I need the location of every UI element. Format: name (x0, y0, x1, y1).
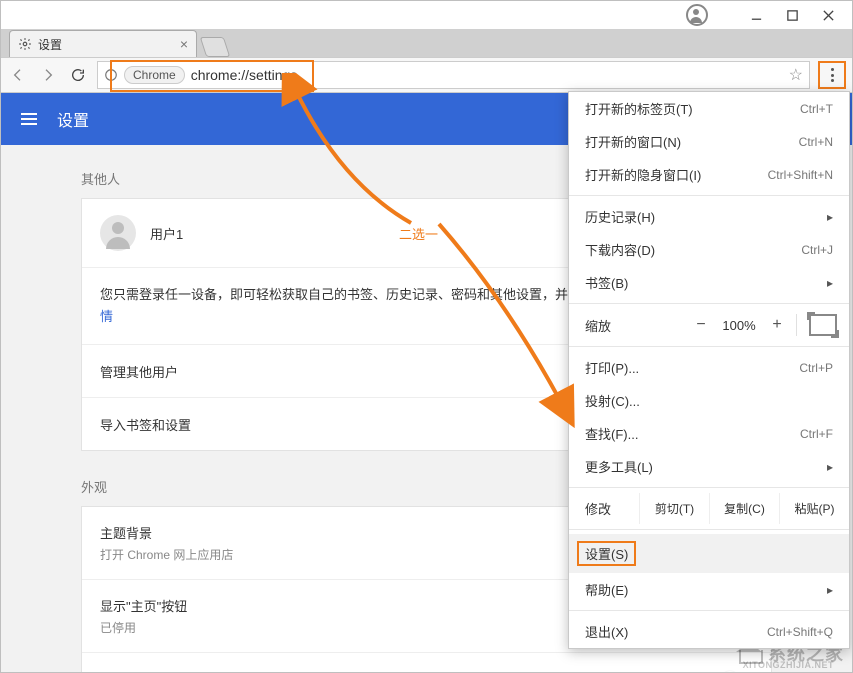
site-info-icon[interactable] (104, 68, 118, 82)
forward-button[interactable] (37, 64, 59, 86)
annotation-choose-one: 二选一 (399, 224, 438, 243)
reload-button[interactable] (67, 64, 89, 86)
avatar-icon (100, 215, 136, 251)
close-tab-icon[interactable]: × (180, 37, 188, 51)
menu-exit[interactable]: 退出(X)Ctrl+Shift+Q (569, 615, 849, 648)
vertical-dots-icon (831, 68, 834, 82)
back-button[interactable] (7, 64, 29, 86)
address-bar[interactable]: Chrome chrome://settings ☆ (97, 61, 810, 89)
zoom-in-button[interactable]: + (762, 316, 792, 334)
menu-new-tab[interactable]: 打开新的标签页(T)Ctrl+T (569, 92, 849, 125)
menu-cut[interactable]: 剪切(T) (639, 493, 709, 524)
menu-settings[interactable]: 设置(S) (569, 534, 849, 573)
user-name: 用户1 (150, 224, 183, 243)
menu-help[interactable]: 帮助(E)▸ (569, 573, 849, 606)
chrome-menu-button[interactable] (818, 61, 846, 89)
menu-new-window[interactable]: 打开新的窗口(N)Ctrl+N (569, 125, 849, 158)
menu-more-tools[interactable]: 更多工具(L)▸ (569, 450, 849, 483)
menu-find[interactable]: 查找(F)...Ctrl+F (569, 417, 849, 450)
edit-label: 修改 (569, 492, 639, 525)
close-window-button[interactable] (810, 3, 846, 27)
manage-people-label: 管理其他用户 (100, 362, 178, 381)
profile-icon[interactable] (686, 4, 708, 26)
menu-cast[interactable]: 投射(C)... (569, 384, 849, 417)
watermark-sub: XITONGZHIJIA.NET (743, 660, 834, 670)
menu-zoom-row: 缩放 − 100% + (569, 308, 849, 342)
bookmark-star-icon[interactable]: ☆ (789, 65, 803, 85)
menu-downloads[interactable]: 下载内容(D)Ctrl+J (569, 233, 849, 266)
new-tab-button[interactable] (200, 37, 230, 57)
zoom-value: 100% (716, 318, 762, 333)
maximize-button[interactable] (774, 3, 810, 27)
fullscreen-icon[interactable] (809, 314, 837, 336)
menu-history[interactable]: 历史记录(H)▸ (569, 200, 849, 233)
minimize-button[interactable] (738, 3, 774, 27)
toolbar: Chrome chrome://settings ☆ (1, 57, 852, 93)
menu-print[interactable]: 打印(P)...Ctrl+P (569, 351, 849, 384)
menu-copy[interactable]: 复制(C) (709, 493, 779, 524)
import-label: 导入书签和设置 (100, 415, 191, 434)
menu-paste[interactable]: 粘贴(P) (779, 493, 849, 524)
browser-tab[interactable]: 设置 × (9, 30, 197, 57)
window-titlebar (1, 1, 852, 29)
menu-incognito[interactable]: 打开新的隐身窗口(I)Ctrl+Shift+N (569, 158, 849, 191)
bookmark-bar-row[interactable]: 显示书签栏 (82, 652, 771, 673)
menu-bookmarks[interactable]: 书签(B)▸ (569, 266, 849, 299)
url-scheme-badge: Chrome (124, 66, 185, 84)
chrome-main-menu: 打开新的标签页(T)Ctrl+T 打开新的窗口(N)Ctrl+N 打开新的隐身窗… (568, 91, 850, 649)
zoom-label: 缩放 (585, 316, 686, 335)
menu-hamburger-icon[interactable] (21, 113, 37, 125)
tab-strip: 设置 × (1, 29, 852, 57)
zoom-out-button[interactable]: − (686, 316, 716, 334)
tab-title: 设置 (38, 36, 62, 53)
menu-edit-row: 修改 剪切(T) 复制(C) 粘贴(P) (569, 492, 849, 525)
settings-gear-icon (18, 37, 32, 51)
url-text: chrome://settings (191, 67, 298, 83)
page-title: 设置 (57, 107, 89, 131)
chrome-window: 设置 × Chrome chrome://settings ☆ 设置 其他人 (0, 0, 853, 673)
